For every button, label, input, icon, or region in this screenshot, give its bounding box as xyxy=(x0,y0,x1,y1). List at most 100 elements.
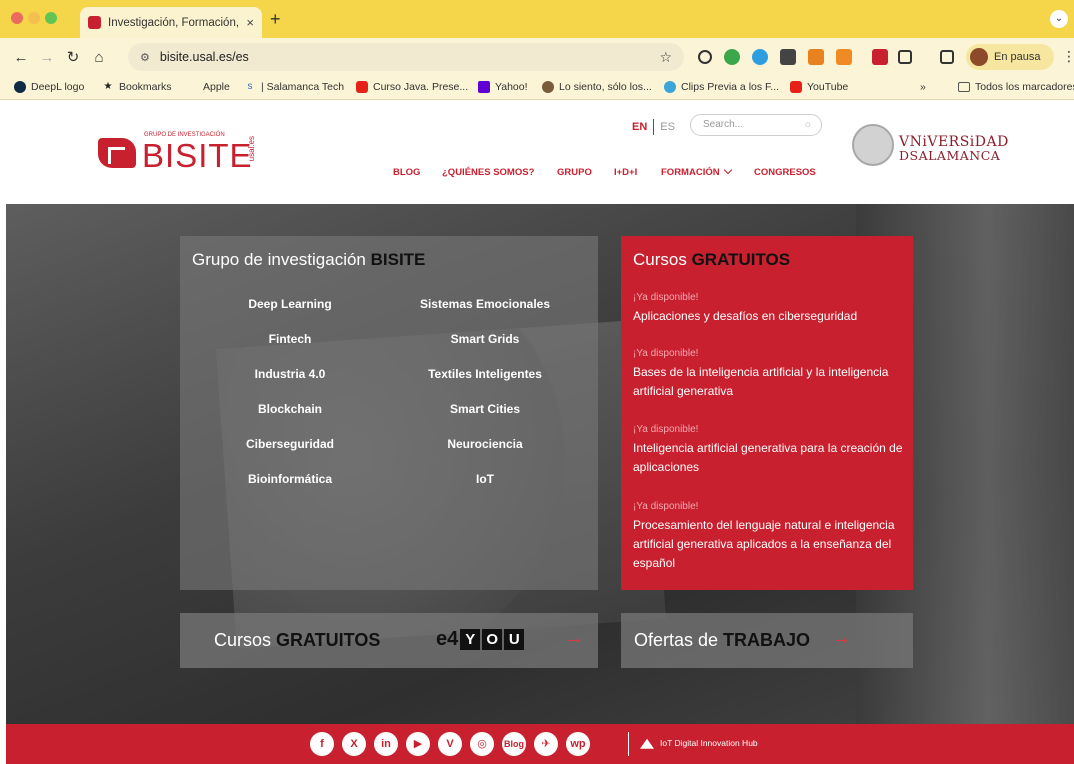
browser-tab[interactable]: Investigación, Formación, Co × xyxy=(80,7,262,38)
bookmark-item[interactable]: ★ Bookmarks xyxy=(102,81,172,93)
course-item[interactable]: ¡Ya disponible! Inteligencia artificial … xyxy=(633,424,903,477)
new-tab-button[interactable]: + xyxy=(270,9,281,30)
bookmarks-bar: DeepL logo ★ Bookmarks Apple s | Salaman… xyxy=(0,76,1074,100)
topic-link[interactable]: Ciberseguridad xyxy=(200,437,380,451)
topic-link[interactable]: IoT xyxy=(395,472,575,486)
home-icon[interactable]: ⌂ xyxy=(86,49,112,66)
course-name: Procesamiento del lenguaje natural e int… xyxy=(633,518,895,570)
facebook-icon[interactable]: f xyxy=(310,732,334,756)
course-availability: ¡Ya disponible! xyxy=(633,501,699,512)
linkedin-icon[interactable]: in xyxy=(374,732,398,756)
bookmark-star-icon[interactable]: ☆ xyxy=(659,49,672,66)
bookmarks-overflow-button[interactable]: » xyxy=(920,81,926,93)
site-icon xyxy=(542,81,554,93)
bookmark-item[interactable]: s | Salamanca Tech xyxy=(244,81,345,93)
bookmark-item[interactable]: Curso Java. Prese... xyxy=(356,81,468,93)
youtube-icon[interactable]: ▶ xyxy=(406,732,430,756)
course-name: Aplicaciones y desafíos en cibersegurida… xyxy=(633,309,858,323)
dark-extension-icon[interactable] xyxy=(780,49,796,65)
bookmark-item[interactable]: Clips Previa a los F... xyxy=(664,81,779,93)
blog-icon[interactable]: Blog xyxy=(502,732,526,756)
browser-tab-bar: Investigación, Formación, Co × + ⌄ xyxy=(0,0,1074,38)
logo-wordmark: BISITE xyxy=(142,137,253,174)
plane-icon[interactable]: ✈ xyxy=(534,732,558,756)
bookmark-item[interactable]: Lo siento, sólo los... xyxy=(542,81,652,93)
lang-es-link[interactable]: ES xyxy=(660,121,675,133)
topic-link[interactable]: Smart Cities xyxy=(395,402,575,416)
close-tab-icon[interactable]: × xyxy=(246,15,254,30)
free-courses-e4you-banner[interactable]: Cursos GRATUITOS e4 Y O U → xyxy=(180,613,598,668)
iot-hub-link[interactable]: IoT Digital Innovation Hub xyxy=(640,738,758,749)
arrow-right-icon: → xyxy=(564,627,584,649)
browser-menu-icon[interactable]: ⋮ xyxy=(1062,48,1074,65)
folder-icon xyxy=(958,82,970,92)
profile-button[interactable]: En pausa xyxy=(966,44,1054,70)
job-offers-label: Ofertas de TRABAJO xyxy=(634,630,811,650)
green-extension-icon[interactable] xyxy=(724,49,740,65)
course-availability: ¡Ya disponible! xyxy=(633,348,699,359)
bookmark-item[interactable]: YouTube xyxy=(790,81,848,93)
yahoo-icon xyxy=(478,81,490,93)
bisite-logo-mark-icon xyxy=(98,138,136,168)
bookmark-item[interactable]: Apple xyxy=(186,81,230,93)
topic-link[interactable]: Fintech xyxy=(200,332,380,346)
site-settings-icon[interactable]: ⚙ xyxy=(140,51,150,64)
vimeo-icon[interactable]: V xyxy=(438,732,462,756)
topic-link[interactable]: Textiles Inteligentes xyxy=(395,367,575,381)
bookmark-item[interactable]: DeepL logo xyxy=(14,81,84,93)
course-item[interactable]: ¡Ya disponible! Procesamiento del lengua… xyxy=(633,501,903,573)
social-footer: f X in ▶ V ◎ Blog ✈ wp IoT Digital Innov… xyxy=(6,724,1074,764)
sidepanel-icon[interactable] xyxy=(940,50,954,64)
close-window-button[interactable] xyxy=(11,12,23,24)
usal-name-line2: DSALAMANCA xyxy=(899,148,1001,163)
nav-congresos[interactable]: CONGRESOS xyxy=(754,167,816,178)
topic-link[interactable]: Industria 4.0 xyxy=(200,367,380,381)
language-switcher: EN ES xyxy=(632,119,675,135)
x-icon[interactable]: X xyxy=(342,732,366,756)
job-offers-banner[interactable]: Ofertas de TRABAJO → xyxy=(621,613,913,668)
address-bar[interactable]: ⚙ bisite.usal.es/es ☆ xyxy=(128,43,684,71)
orange-extension-icon[interactable] xyxy=(836,49,852,65)
tab-search-icon[interactable]: ⌄ xyxy=(1050,10,1068,28)
bookmark-item[interactable]: Yahoo! xyxy=(478,81,528,93)
puzzle-extension-icon[interactable] xyxy=(898,50,912,64)
nav-blog[interactable]: BLOG xyxy=(393,167,420,178)
nav-idi[interactable]: I+D+I xyxy=(614,167,637,178)
topic-link[interactable]: Deep Learning xyxy=(200,297,380,311)
search-icon[interactable]: ○ xyxy=(804,115,811,135)
forward-icon[interactable]: → xyxy=(34,49,60,66)
metamask-extension-icon[interactable] xyxy=(808,49,824,65)
search-input[interactable]: Search... ○ xyxy=(690,114,822,136)
e4you-logo: e4 Y O U xyxy=(436,628,526,651)
course-item[interactable]: ¡Ya disponible! Aplicaciones y desafíos … xyxy=(633,292,903,326)
course-item[interactable]: ¡Ya disponible! Bases de la inteligencia… xyxy=(633,348,903,401)
reload-icon[interactable]: ↻ xyxy=(60,48,86,66)
free-courses-panel: Cursos GRATUITOS ¡Ya disponible! Aplicac… xyxy=(621,236,913,590)
nav-formacion[interactable]: FORMACIÓN xyxy=(661,165,732,178)
avatar xyxy=(970,48,988,66)
topic-link[interactable]: Smart Grids xyxy=(395,332,575,346)
all-bookmarks-button[interactable]: Todos los marcadores xyxy=(958,81,1074,93)
wordpress-icon[interactable]: wp xyxy=(566,732,590,756)
nav-formacion-label: FORMACIÓN xyxy=(661,167,720,178)
back-icon[interactable]: ← xyxy=(8,49,34,66)
lang-en-link[interactable]: EN xyxy=(632,121,647,133)
chevron-down-icon xyxy=(723,165,732,175)
instagram-icon[interactable]: ◎ xyxy=(470,732,494,756)
nav-quienes-somos[interactable]: ¿QUIÉNES SOMOS? xyxy=(442,167,534,178)
topic-link[interactable]: Sistemas Emocionales xyxy=(395,297,575,311)
minimize-window-button[interactable] xyxy=(28,12,40,24)
deepl-icon xyxy=(14,81,26,93)
topic-link[interactable]: Bioinformática xyxy=(200,472,380,486)
nav-grupo[interactable]: GRUPO xyxy=(557,167,592,178)
clips-icon xyxy=(664,81,676,93)
blue-extension-icon[interactable] xyxy=(752,49,768,65)
info-extension-icon[interactable] xyxy=(698,50,712,64)
topic-link[interactable]: Blockchain xyxy=(200,402,380,416)
arrow-right-icon: → xyxy=(831,627,851,649)
maximize-window-button[interactable] xyxy=(45,12,57,24)
red-extension-icon[interactable] xyxy=(872,49,888,65)
courses-panel-title: Cursos GRATUITOS xyxy=(633,250,791,269)
youtube-icon xyxy=(356,81,368,93)
topic-link[interactable]: Neurociencia xyxy=(395,437,575,451)
